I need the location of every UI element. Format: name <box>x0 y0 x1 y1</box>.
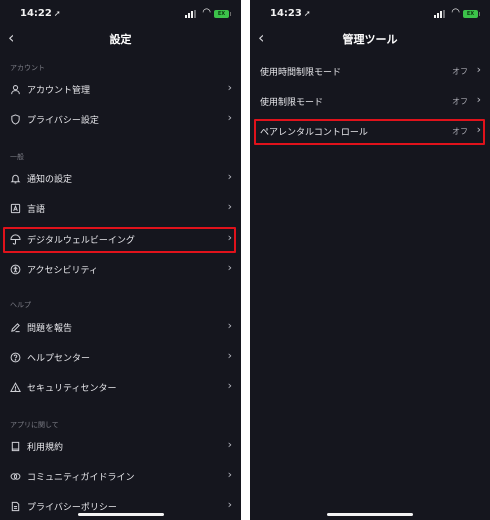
settings-item-help-center[interactable]: ヘルプセンター › <box>0 344 241 370</box>
location-arrow-icon: ➚ <box>53 9 61 18</box>
settings-item-label: コミュニティガイドライン <box>27 472 135 483</box>
settings-item-community-guidelines[interactable]: コミュニティガイドライン › <box>0 463 241 489</box>
settings-item-label: 問題を報告 <box>27 323 73 334</box>
nav-bar: ‹ 管理ツール <box>250 27 490 51</box>
tool-item-status: オフ <box>452 67 468 76</box>
community-icon <box>9 470 21 482</box>
settings-item-label: 通知の設定 <box>27 174 73 185</box>
chevron-right-icon: › <box>227 111 232 124</box>
management-tools-screen: 14:23 ➚ ◠ EX ‹ 管理ツール 使用時間制限モード オフ › 使用制限モ… <box>250 0 490 520</box>
chevron-right-icon: › <box>227 200 232 213</box>
warning-icon <box>9 381 21 393</box>
settings-item-label: ヘルプセンター <box>27 353 91 364</box>
chevron-right-icon: › <box>227 170 232 183</box>
settings-screen: 14:22 ➚ ◠ EX ‹ 設定 アカウント アカウント管理 › プライバシー設… <box>0 0 241 520</box>
document-icon <box>9 500 21 512</box>
settings-item-label: アカウント管理 <box>27 85 91 96</box>
shield-icon <box>9 113 21 125</box>
chevron-right-icon: › <box>227 319 232 332</box>
section-label-about: アプリに関して <box>10 421 59 429</box>
settings-item-label: プライバシーポリシー <box>27 502 117 513</box>
chevron-right-icon: › <box>476 63 481 76</box>
chevron-right-icon: › <box>227 438 232 451</box>
chevron-right-icon: › <box>227 498 232 511</box>
battery-icon: EX <box>463 10 480 18</box>
settings-item-label: 言語 <box>27 204 46 215</box>
home-indicator <box>327 513 413 516</box>
chevron-right-icon: › <box>227 349 232 362</box>
person-icon <box>9 83 21 95</box>
settings-item-privacy[interactable]: プライバシー設定 › <box>0 106 241 132</box>
status-bar: 14:23 ➚ ◠ EX <box>250 0 490 30</box>
settings-item-terms[interactable]: 利用規約 › <box>0 433 241 459</box>
tool-item-label: 使用制限モード <box>260 97 324 108</box>
pencil-icon <box>9 321 21 333</box>
wifi-icon: ◠ <box>451 7 460 18</box>
tool-item-status: オフ <box>452 97 468 106</box>
section-label-general: 一般 <box>10 153 24 161</box>
battery-icon: EX <box>214 10 231 18</box>
tool-item-label: 使用時間制限モード <box>260 67 342 78</box>
book-icon <box>9 440 21 452</box>
settings-item-label: アクセシビリティ <box>27 265 99 276</box>
settings-item-account-management[interactable]: アカウント管理 › <box>0 76 241 102</box>
highlight-box <box>3 227 236 253</box>
page-title: 管理ツール <box>342 33 398 46</box>
question-icon <box>9 351 21 363</box>
home-indicator <box>77 513 164 516</box>
settings-item-label: セキュリティセンター <box>27 383 117 394</box>
language-icon <box>9 202 21 214</box>
accessibility-icon <box>9 263 21 275</box>
settings-item-report-problem[interactable]: 問題を報告 › <box>0 314 241 340</box>
tool-item-screen-time[interactable]: 使用時間制限モード オフ › <box>250 58 490 84</box>
chevron-right-icon: › <box>476 93 481 106</box>
settings-item-notifications[interactable]: 通知の設定 › <box>0 165 241 191</box>
highlight-box <box>254 119 485 145</box>
chevron-right-icon: › <box>227 81 232 94</box>
bell-icon <box>9 172 21 184</box>
nav-bar: ‹ 設定 <box>0 27 241 51</box>
section-label-help: ヘルプ <box>10 301 31 309</box>
tool-item-restricted-mode[interactable]: 使用制限モード オフ › <box>250 88 490 114</box>
page-title: 設定 <box>109 33 132 46</box>
chevron-right-icon: › <box>227 261 232 274</box>
wifi-icon: ◠ <box>202 7 211 18</box>
status-time: 14:23 <box>270 8 302 19</box>
settings-item-language[interactable]: 言語 › <box>0 195 241 221</box>
signal-icon <box>434 10 446 18</box>
settings-item-accessibility[interactable]: アクセシビリティ › <box>0 256 241 282</box>
settings-item-label: 利用規約 <box>27 442 64 453</box>
settings-item-safety-center[interactable]: セキュリティセンター › <box>0 374 241 400</box>
location-arrow-icon: ➚ <box>303 9 311 18</box>
chevron-right-icon: › <box>227 468 232 481</box>
chevron-right-icon: › <box>227 379 232 392</box>
settings-item-label: プライバシー設定 <box>27 115 99 126</box>
section-label-account: アカウント <box>10 64 45 72</box>
status-bar: 14:22 ➚ ◠ EX <box>0 0 241 30</box>
status-time: 14:22 <box>20 8 52 19</box>
signal-icon <box>185 10 197 18</box>
